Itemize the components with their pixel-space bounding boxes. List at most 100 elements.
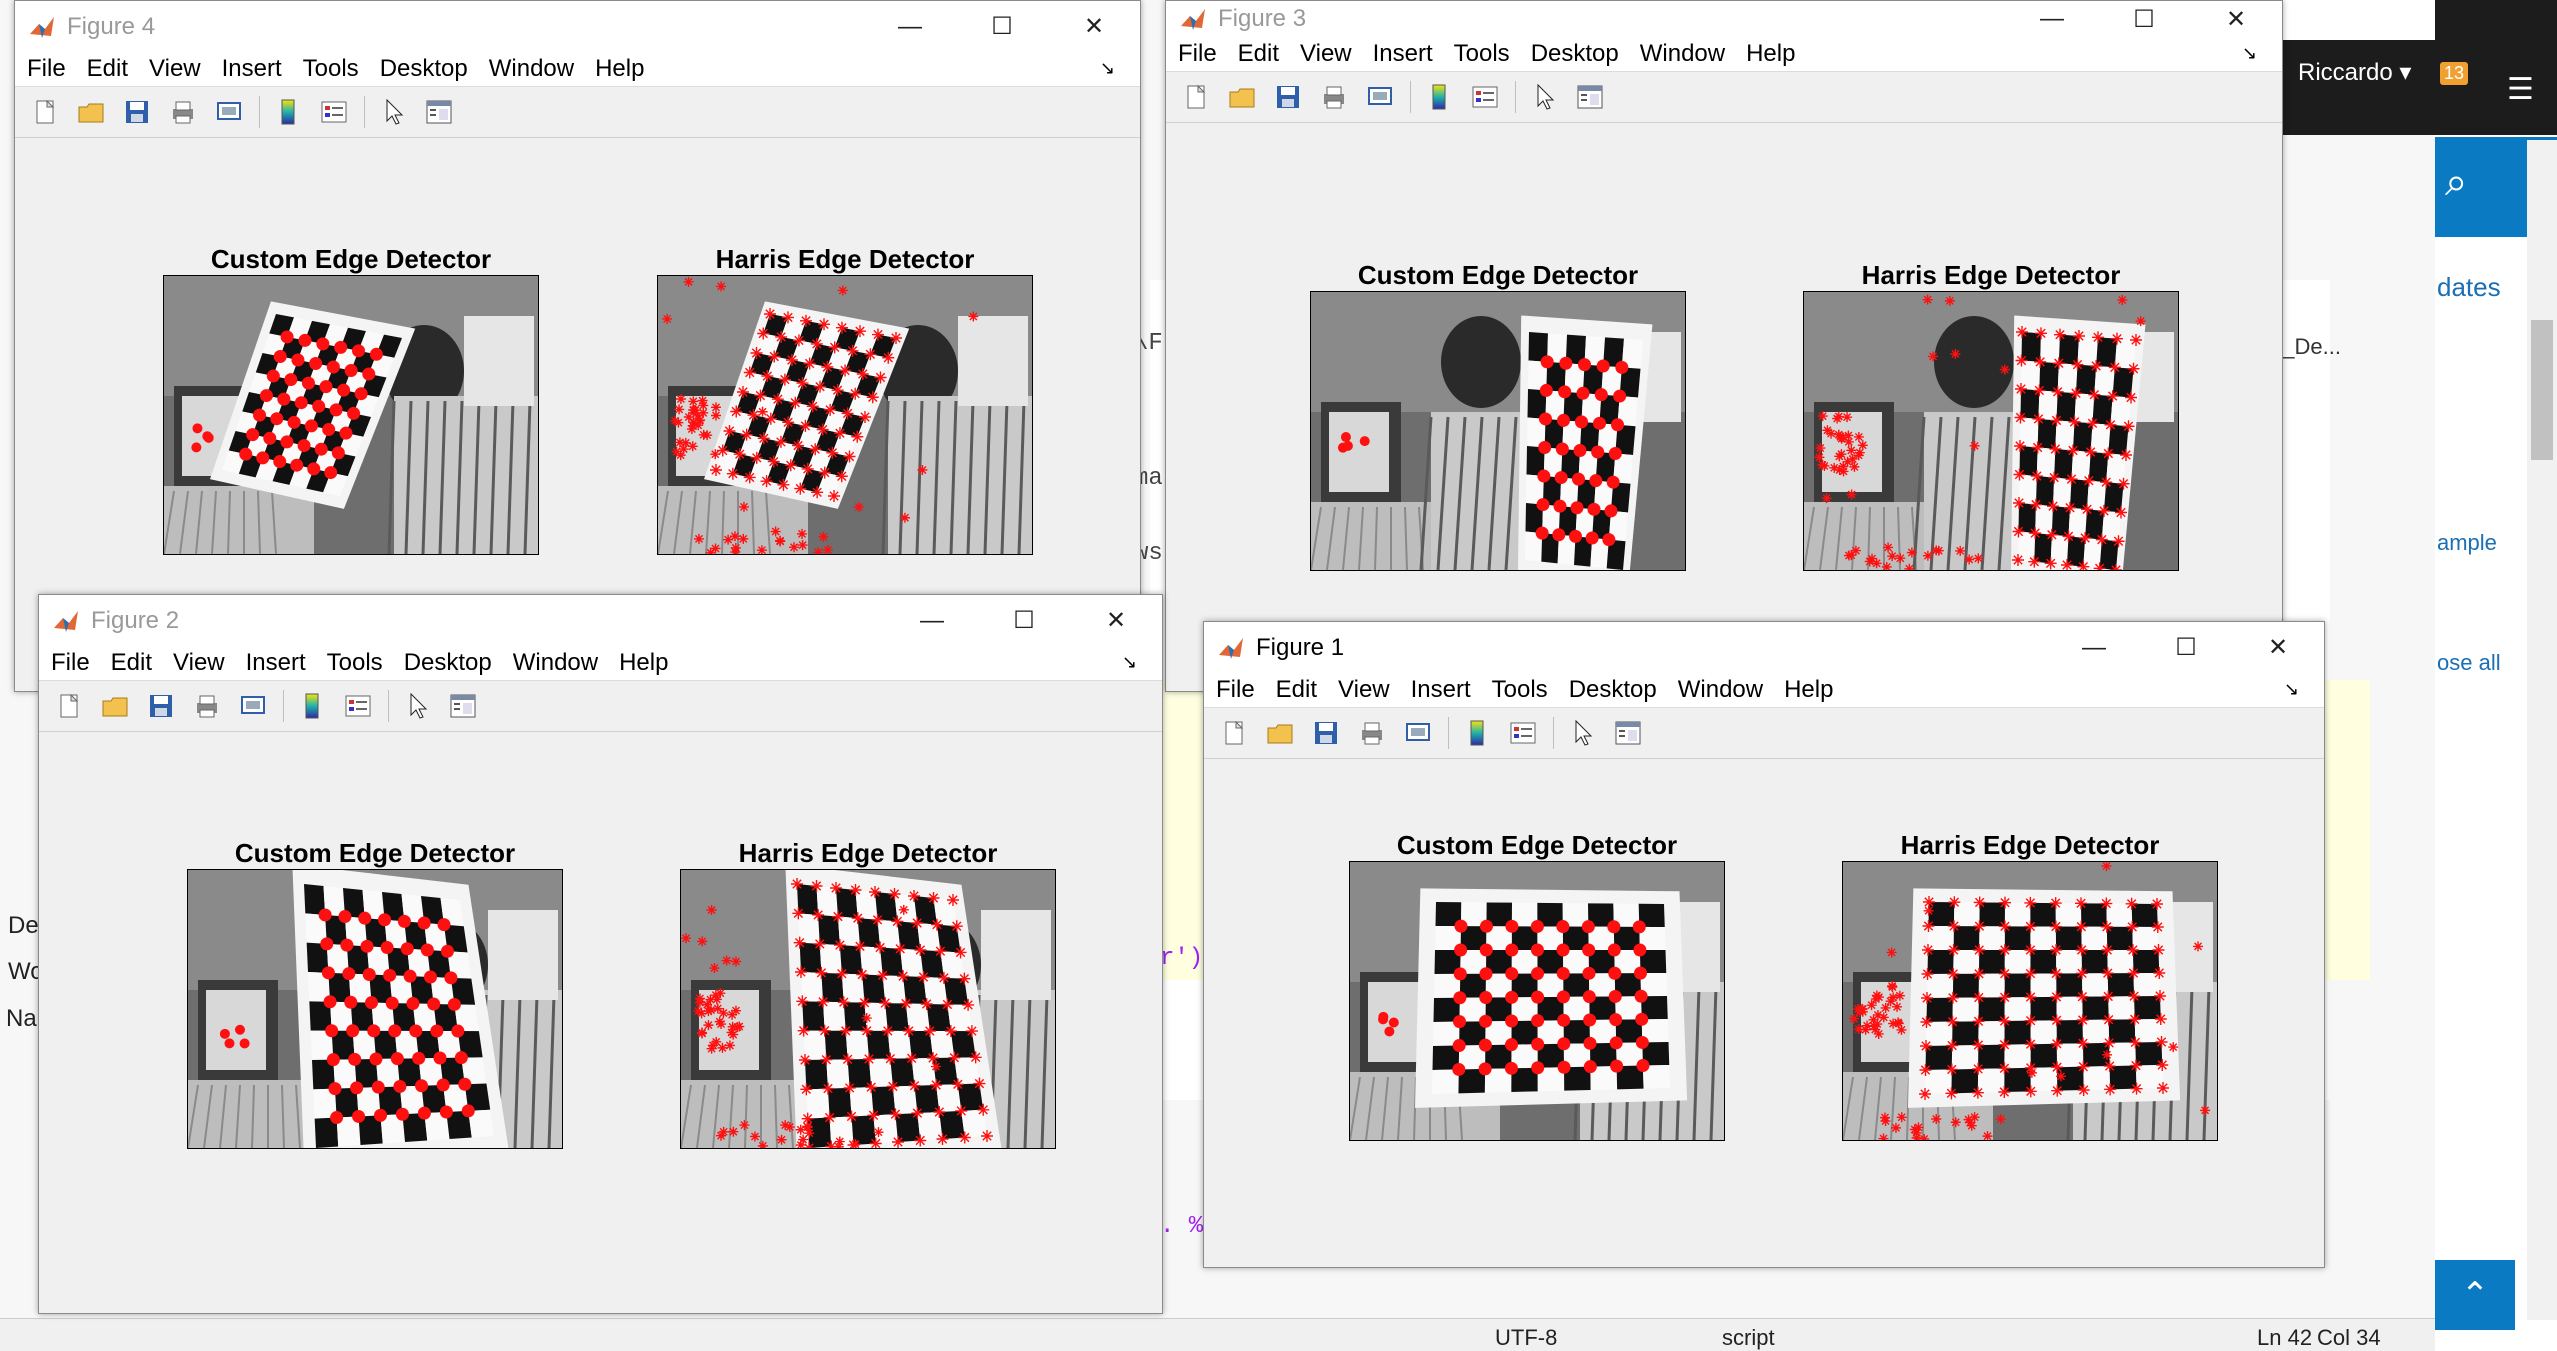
menu-desktop[interactable]: Desktop <box>1565 676 1661 704</box>
close-button[interactable]: ✕ <box>2232 622 2324 673</box>
save-icon[interactable] <box>143 688 179 724</box>
browser-link[interactable]: dates <box>2437 272 2501 303</box>
title-bar[interactable]: Figure 3 — ☐ ✕ <box>1166 1 2282 37</box>
menu-file[interactable]: File <box>23 55 70 83</box>
browser-link[interactable]: ose all <box>2437 650 2501 676</box>
menu-insert[interactable]: Insert <box>242 649 310 677</box>
minimize-button[interactable]: — <box>2048 622 2140 673</box>
menu-view[interactable]: View <box>1296 40 1356 68</box>
menu-file[interactable]: File <box>1212 676 1259 704</box>
open-icon[interactable] <box>1224 79 1260 115</box>
save-icon[interactable] <box>1270 79 1306 115</box>
custom-detector-axes[interactable]: Custom Edge Detector <box>1349 829 1725 1141</box>
minimize-button[interactable]: — <box>864 1 956 52</box>
pointer-icon[interactable] <box>399 688 435 724</box>
custom-detector-axes[interactable]: Custom Edge Detector <box>187 837 563 1149</box>
maximize-button[interactable]: ☐ <box>2140 622 2232 673</box>
harris-detector-axes[interactable]: Harris Edge Detector <box>1803 259 2179 571</box>
menu-view[interactable]: View <box>1334 676 1394 704</box>
menu-insert[interactable]: Insert <box>1407 676 1475 704</box>
title-bar[interactable]: Figure 2 — ☐ ✕ <box>39 595 1162 646</box>
menu-tools[interactable]: Tools <box>1488 676 1552 704</box>
menu-help[interactable]: Help <box>1742 40 1799 68</box>
save-icon[interactable] <box>119 94 155 130</box>
figure-3-window[interactable]: Figure 3 — ☐ ✕ File Edit View Insert Too… <box>1165 0 2283 692</box>
minimize-button[interactable]: — <box>886 595 978 646</box>
close-button[interactable]: ✕ <box>2190 1 2282 37</box>
print-icon[interactable] <box>165 94 201 130</box>
browser-link[interactable]: ample <box>2437 530 2497 556</box>
link-plot-icon[interactable] <box>211 94 247 130</box>
menu-view[interactable]: View <box>169 649 229 677</box>
pointer-icon[interactable] <box>1564 715 1600 751</box>
colorbar-icon[interactable] <box>294 688 330 724</box>
user-menu[interactable]: Riccardo ▾ <box>2298 58 2411 87</box>
menu-desktop[interactable]: Desktop <box>400 649 496 677</box>
maximize-button[interactable]: ☐ <box>978 595 1070 646</box>
menu-edit[interactable]: Edit <box>83 55 132 83</box>
open-icon[interactable] <box>1262 715 1298 751</box>
save-icon[interactable] <box>1308 715 1344 751</box>
legend-icon[interactable] <box>1505 715 1541 751</box>
menu-window[interactable]: Window <box>1674 676 1767 704</box>
close-button[interactable]: ✕ <box>1048 1 1140 52</box>
maximize-button[interactable]: ☐ <box>2098 1 2190 37</box>
legend-icon[interactable] <box>1467 79 1503 115</box>
dock-arrow-icon[interactable]: ↘ <box>2238 43 2261 64</box>
maximize-button[interactable]: ☐ <box>956 1 1048 52</box>
link-plot-icon[interactable] <box>1362 79 1398 115</box>
menu-file[interactable]: File <box>1174 40 1221 68</box>
close-button[interactable]: ✕ <box>1070 595 1162 646</box>
minimize-button[interactable]: — <box>2006 1 2098 37</box>
title-bar[interactable]: Figure 4 — ☐ ✕ <box>15 1 1140 52</box>
colorbar-icon[interactable] <box>1459 715 1495 751</box>
menu-edit[interactable]: Edit <box>107 649 156 677</box>
dock-arrow-icon[interactable]: ↘ <box>1118 652 1141 673</box>
menu-tools[interactable]: Tools <box>299 55 363 83</box>
figure-1-window[interactable]: Figure 1 — ☐ ✕ File Edit View Insert Too… <box>1203 621 2325 1268</box>
menu-tools[interactable]: Tools <box>323 649 387 677</box>
legend-icon[interactable] <box>316 94 352 130</box>
browser-scrollbar[interactable] <box>2527 140 2557 1320</box>
browser-scrollbar-thumb[interactable] <box>2531 320 2553 460</box>
link-plot-icon[interactable] <box>235 688 271 724</box>
open-icon[interactable] <box>97 688 133 724</box>
print-icon[interactable] <box>1316 79 1352 115</box>
colorbar-icon[interactable] <box>270 94 306 130</box>
menu-insert[interactable]: Insert <box>1369 40 1437 68</box>
notification-badge[interactable]: 13 <box>2440 62 2469 85</box>
property-editor-icon[interactable] <box>1572 79 1608 115</box>
scroll-to-top-button[interactable]: ⌃ <box>2435 1260 2515 1330</box>
menu-help[interactable]: Help <box>615 649 672 677</box>
menu-tools[interactable]: Tools <box>1450 40 1514 68</box>
menu-help[interactable]: Help <box>591 55 648 83</box>
legend-icon[interactable] <box>340 688 376 724</box>
colorbar-icon[interactable] <box>1421 79 1457 115</box>
pointer-icon[interactable] <box>1526 79 1562 115</box>
menu-window[interactable]: Window <box>1636 40 1729 68</box>
new-figure-icon[interactable] <box>1178 79 1214 115</box>
menu-window[interactable]: Window <box>509 649 602 677</box>
new-figure-icon[interactable] <box>1216 715 1252 751</box>
figure-4-window[interactable]: Figure 4 — ☐ ✕ File Edit View Insert Too… <box>14 0 1141 692</box>
search-icon[interactable]: ⌕ <box>2445 160 2467 205</box>
menu-edit[interactable]: Edit <box>1234 40 1283 68</box>
menu-window[interactable]: Window <box>485 55 578 83</box>
hamburger-menu-icon[interactable]: ☰ <box>2507 72 2534 107</box>
menu-desktop[interactable]: Desktop <box>376 55 472 83</box>
new-figure-icon[interactable] <box>51 688 87 724</box>
harris-detector-axes[interactable]: Harris Edge Detector <box>1842 829 2218 1141</box>
open-icon[interactable] <box>73 94 109 130</box>
link-plot-icon[interactable] <box>1400 715 1436 751</box>
menu-help[interactable]: Help <box>1780 676 1837 704</box>
property-editor-icon[interactable] <box>1610 715 1646 751</box>
title-bar[interactable]: Figure 1 — ☐ ✕ <box>1204 622 2324 673</box>
print-icon[interactable] <box>1354 715 1390 751</box>
menu-edit[interactable]: Edit <box>1272 676 1321 704</box>
menu-desktop[interactable]: Desktop <box>1527 40 1623 68</box>
harris-detector-axes[interactable]: Harris Edge Detector <box>680 837 1056 1149</box>
new-figure-icon[interactable] <box>27 94 63 130</box>
print-icon[interactable] <box>189 688 225 724</box>
figure-2-window[interactable]: Figure 2 — ☐ ✕ File Edit View Insert Too… <box>38 594 1163 1314</box>
custom-detector-axes[interactable]: Custom Edge Detector <box>1310 259 1686 571</box>
